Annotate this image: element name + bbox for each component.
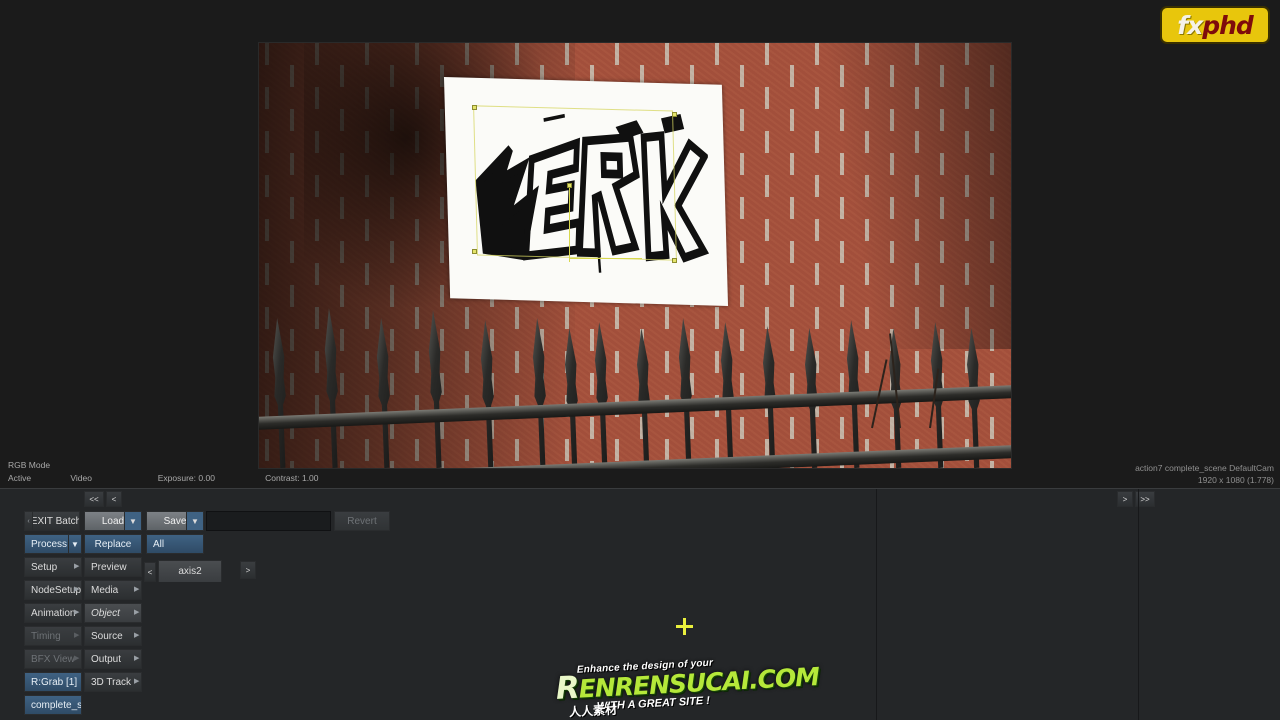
viewer-exposure-label: Exposure: 0.00 <box>157 473 215 483</box>
viewer-area: fx phd RGB Mode Active Video Exposure: 0… <box>0 0 1280 488</box>
exit-batch-arrow-icon: ‹ <box>24 511 32 531</box>
menu2-submenu-arrow-icon: ▶ <box>134 632 140 639</box>
replace-button[interactable]: Replace <box>84 534 142 554</box>
menu2-preview[interactable]: Preview <box>84 557 142 577</box>
viewer-mode-label: RGB Mode <box>8 460 51 470</box>
fence-spike <box>472 320 504 469</box>
left-menu-complete-sc[interactable]: complete_sc <box>24 695 82 715</box>
left-menu-r-grab-1[interactable]: R:Grab [1] <box>24 672 82 692</box>
iron-fence <box>259 273 1011 469</box>
resolution-label: 1920 x 1080 (1.778) <box>1197 475 1274 485</box>
exit-batch-row: ‹ EXIT Batch <box>24 511 80 531</box>
nav-right-button[interactable]: > <box>1117 491 1133 507</box>
menu2-submenu-arrow-icon: ▶ <box>134 586 140 593</box>
process-dropdown-arrow-icon[interactable]: ▼ <box>68 534 82 554</box>
exit-batch-button[interactable]: EXIT Batch <box>32 511 80 531</box>
right-divider <box>1138 489 1139 720</box>
menu2-submenu-arrow-icon: ▶ <box>134 678 140 685</box>
fence-spike <box>712 322 744 469</box>
zerk-graffiti-svg <box>475 113 709 273</box>
fence-spike <box>628 328 659 469</box>
application-window: fx phd RGB Mode Active Video Exposure: 0… <box>0 0 1280 720</box>
save-dropdown-arrow-icon[interactable]: ▼ <box>186 511 204 531</box>
fence-spike <box>316 308 348 469</box>
menu2-submenu-arrow-icon: ▶ <box>134 655 140 662</box>
fxphd-logo: fx phd <box>1160 6 1270 44</box>
process-button[interactable]: Process <box>24 534 74 554</box>
logo-phd-text: phd <box>1202 10 1254 40</box>
viewer-status-left: RGB Mode Active Video Exposure: 0.00 Con… <box>8 459 319 485</box>
viewer-video-label: Video <box>70 473 92 483</box>
viewer-status-right: action7 complete_scene DefaultCam 1920 x… <box>1135 462 1274 486</box>
control-panels: << < > >> ‹ EXIT Batch Load ▼ Save ▼ Rev… <box>0 488 1280 720</box>
path-input[interactable] <box>206 511 331 531</box>
brick-wall-photo <box>259 43 1011 468</box>
load-dropdown-arrow-icon[interactable]: ▼ <box>124 511 142 531</box>
scene-label: action7 complete_scene DefaultCam <box>1135 463 1274 473</box>
fence-spike <box>670 318 702 469</box>
panel-divider <box>876 489 877 720</box>
fence-spike <box>524 318 556 469</box>
viewer-active-label: Active <box>8 473 32 483</box>
viewer-contrast-label: Contrast: 1.00 <box>265 473 319 483</box>
axis-tab[interactable]: axis2 <box>158 560 222 582</box>
nav-left-button[interactable]: < <box>106 491 122 507</box>
all-button[interactable]: All <box>146 534 204 554</box>
fence-spike <box>368 318 400 469</box>
logo-fx-text: fx <box>1177 10 1203 40</box>
transform-next-arrow-button[interactable]: > <box>240 561 256 579</box>
menu2-submenu-arrow-icon: ▶ <box>134 609 140 616</box>
graffiti-artwork <box>461 95 711 288</box>
fence-spike <box>420 310 452 469</box>
image-canvas[interactable] <box>258 42 1012 469</box>
axis-prev-button[interactable]: < <box>144 562 156 582</box>
fence-spike <box>264 318 296 469</box>
fence-spike <box>586 322 618 469</box>
fence-spike <box>556 328 587 469</box>
nav-double-left-button[interactable]: << <box>84 491 104 507</box>
revert-button[interactable]: Revert <box>334 511 390 531</box>
